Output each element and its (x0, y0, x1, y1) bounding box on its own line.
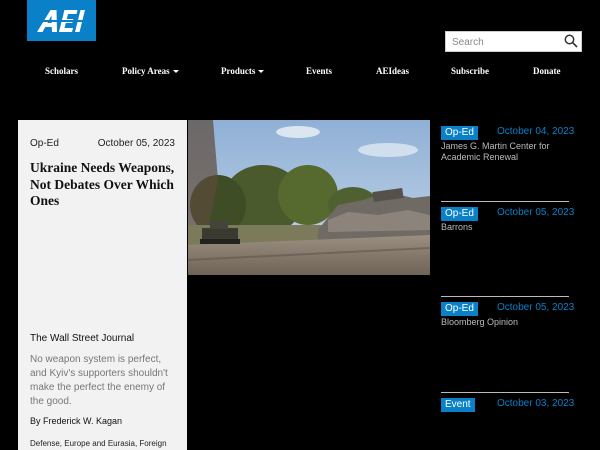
featured-headline[interactable]: Ukraine Needs Weapons, Not Debates Over … (30, 160, 177, 210)
nav-label: Subscribe (451, 66, 490, 76)
nav-label: Policy Areas (122, 66, 170, 76)
feed-source: Bloomberg Opinion (441, 317, 519, 327)
feed-type-badge[interactable]: Op-Ed (441, 207, 478, 221)
search-box (445, 31, 582, 52)
nav-item-events[interactable]: Events (306, 66, 332, 76)
featured-publication: The Wall Street Journal (30, 333, 135, 344)
nav-label: Events (306, 66, 333, 76)
featured-date: October 05, 2023 (97, 138, 175, 149)
nav-item-products[interactable]: Products (221, 66, 265, 76)
caret-down-icon (258, 70, 265, 74)
search-input[interactable] (446, 33, 556, 52)
feed-date: October 03, 2023 (497, 398, 575, 409)
feed-source: James G. Martin Center for Academic Rene… (441, 141, 550, 162)
nav-label: Products (221, 66, 256, 76)
nav-item-aeideas[interactable]: AEIdeas (376, 66, 409, 76)
feed-date: October 05, 2023 (497, 302, 575, 313)
caret-down-icon (172, 70, 179, 74)
featured-type: Op-Ed (30, 138, 59, 149)
feed-type-badge[interactable]: Op-Ed (441, 302, 478, 316)
feed-type-badge[interactable]: Op-Ed (441, 126, 478, 140)
nav-item-donate[interactable]: Donate (533, 66, 561, 76)
feed-divider (441, 392, 569, 393)
nav-item-subscribe[interactable]: Subscribe (451, 66, 489, 76)
main-nav: Scholars Policy Areas Products Events AE… (0, 66, 600, 84)
nav-label: Donate (533, 66, 561, 76)
feed-date: October 04, 2023 (497, 126, 575, 137)
nav-label: AEIdeas (376, 66, 410, 76)
featured-image[interactable] (188, 120, 430, 275)
war-scene-photo (188, 120, 430, 275)
feed-type-badge[interactable]: Event (441, 398, 475, 412)
featured-summary: No weapon system is perfect, and Kyiv's … (30, 354, 168, 407)
feed-source: Barrons (441, 222, 473, 232)
feed-divider (441, 201, 569, 202)
nav-item-policy-areas[interactable]: Policy Areas (122, 66, 179, 76)
aei-logo[interactable] (27, 0, 96, 41)
featured-topics[interactable]: Defense, Europe and Eurasia, Foreign and… (30, 438, 179, 450)
nav-item-scholars[interactable]: Scholars (45, 66, 78, 76)
feed-divider (441, 296, 569, 297)
nav-label: Scholars (45, 66, 79, 76)
featured-article-card[interactable]: Op-Ed October 05, 2023 Ukraine Needs Wea… (18, 120, 187, 450)
featured-author[interactable]: By Frederick W. Kagan (30, 416, 122, 426)
search-icon[interactable] (564, 34, 578, 48)
feed-date: October 05, 2023 (497, 207, 575, 218)
featured-meta: Op-Ed October 05, 2023 (30, 138, 175, 149)
aei-logo-mark (34, 9, 85, 32)
